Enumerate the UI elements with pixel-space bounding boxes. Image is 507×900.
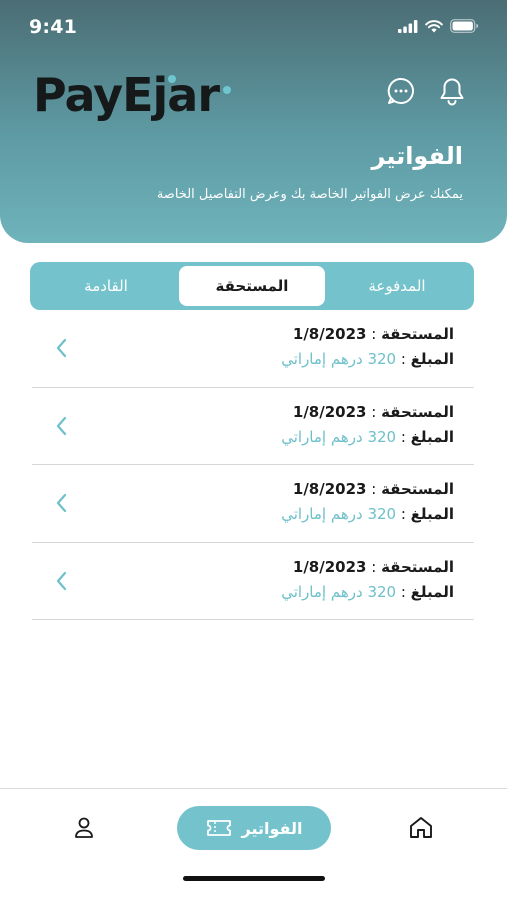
- invoice-amount-row: المبلغ : 320 درهم إماراتي: [281, 583, 454, 601]
- due-date: 1/8/2023: [292, 557, 367, 576]
- invoice-due-row: المستحقة : 1/8/2023: [293, 325, 454, 343]
- chevron-left-icon[interactable]: [54, 415, 68, 437]
- logo-accent-dot: [168, 75, 176, 83]
- due-label: المستحقة: [381, 325, 454, 343]
- due-date: 1/8/2023: [292, 325, 367, 343]
- status-bar: 9:41: [0, 0, 507, 54]
- amount-label: المبلغ: [410, 427, 454, 446]
- amount-label: المبلغ: [410, 582, 454, 601]
- due-label: المستحقة: [381, 557, 454, 576]
- amount-separator: :: [396, 505, 411, 523]
- nav-invoices-button[interactable]: الفواتير: [177, 806, 331, 850]
- invoice-list: المستحقة : 1/8/2023 المبلغ : 320 درهم إم…: [32, 310, 474, 620]
- chevron-left-icon[interactable]: [54, 570, 68, 592]
- wifi-icon: [425, 19, 443, 32]
- amount-value: 320 درهم إماراتي: [281, 582, 397, 601]
- due-separator: :: [366, 325, 382, 343]
- brand-logo-text: PayEjar: [33, 68, 220, 122]
- due-date: 1/8/2023: [292, 480, 367, 498]
- amount-separator: :: [396, 582, 411, 601]
- user-icon[interactable]: [71, 815, 97, 841]
- amount-label: المبلغ: [410, 350, 454, 368]
- signal-icon: [398, 19, 418, 33]
- bell-icon[interactable]: [437, 76, 467, 106]
- amount-separator: :: [396, 350, 411, 368]
- tab-due[interactable]: المستحقة: [179, 266, 325, 306]
- invoice-status-tabs: المدفوعة المستحقة القادمة: [30, 262, 474, 310]
- invoice-due-row: المستحقة : 1/8/2023: [293, 403, 454, 421]
- amount-value: 320 درهم إماراتي: [281, 427, 397, 446]
- chevron-left-icon[interactable]: [54, 337, 68, 359]
- battery-icon: [450, 19, 479, 33]
- nav-invoices-label: الفواتير: [241, 818, 303, 838]
- due-label: المستحقة: [381, 402, 454, 421]
- invoice-item[interactable]: المستحقة : 1/8/2023 المبلغ : 320 درهم إم…: [32, 465, 474, 543]
- due-separator: :: [366, 557, 382, 576]
- brand-logo: PayEjar: [33, 66, 231, 124]
- amount-separator: :: [396, 427, 411, 446]
- invoice-item[interactable]: المستحقة : 1/8/2023 المبلغ : 320 درهم إم…: [32, 388, 474, 465]
- page-subtitle: يمكنك عرض الفواتير الخاصة بك وعرض التفاص…: [156, 187, 463, 202]
- logo-accent-dot: [223, 86, 231, 94]
- amount-value: 320 درهم إماراتي: [281, 350, 397, 368]
- header-banner: 9:41 PayEjar الفواتير يمكنك عرض الفواتير…: [0, 0, 507, 243]
- status-icons: [398, 19, 479, 33]
- invoice-due-row: المستحقة : 1/8/2023: [293, 558, 454, 576]
- amount-value: 320 درهم إماراتي: [281, 505, 397, 523]
- invoice-item[interactable]: المستحقة : 1/8/2023 المبلغ : 320 درهم إم…: [32, 310, 474, 388]
- invoice-amount-row: المبلغ : 320 درهم إماراتي: [281, 428, 454, 446]
- due-separator: :: [366, 480, 382, 498]
- invoice-due-row: المستحقة : 1/8/2023: [293, 480, 454, 498]
- amount-label: المبلغ: [410, 505, 454, 523]
- due-separator: :: [366, 402, 382, 421]
- tab-upcoming[interactable]: القادمة: [36, 266, 176, 306]
- invoice-amount-row: المبلغ : 320 درهم إماراتي: [281, 505, 454, 523]
- invoice-item[interactable]: المستحقة : 1/8/2023 المبلغ : 320 درهم إم…: [32, 543, 474, 620]
- tab-paid[interactable]: المدفوعة: [328, 266, 466, 306]
- home-icon[interactable]: [408, 815, 434, 841]
- invoice-amount-row: المبلغ : 320 درهم إماراتي: [281, 350, 454, 368]
- status-time: 9:41: [29, 16, 78, 38]
- page-title: الفواتير: [371, 142, 463, 170]
- bottom-navigation: الفواتير: [0, 788, 507, 900]
- ticket-icon: [206, 820, 231, 836]
- due-label: المستحقة: [381, 480, 454, 498]
- due-date: 1/8/2023: [292, 402, 367, 421]
- home-indicator[interactable]: [183, 876, 325, 881]
- chevron-left-icon[interactable]: [54, 492, 68, 514]
- chat-bubble-icon[interactable]: [386, 76, 416, 106]
